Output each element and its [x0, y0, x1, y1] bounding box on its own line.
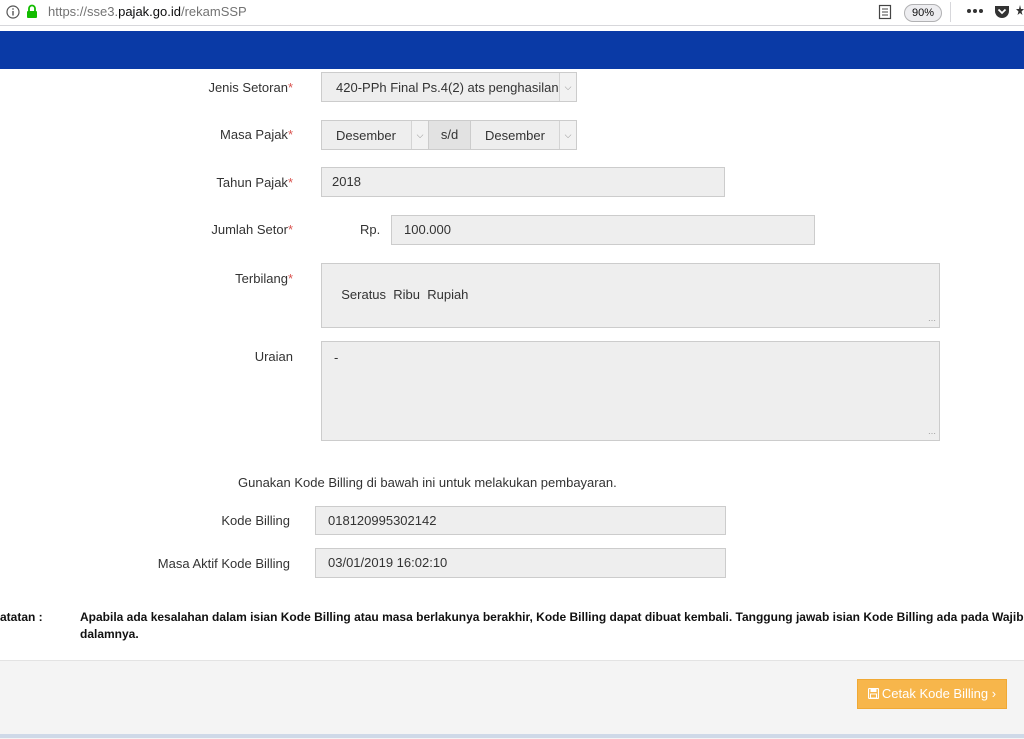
zoom-level-badge[interactable]: 90% [904, 4, 942, 22]
bottom-edge [0, 734, 1024, 738]
url-text[interactable]: https://sse3.pajak.go.id/rekamSSP [48, 4, 247, 19]
catatan-label: atatan : [0, 610, 43, 624]
cetak-kode-billing-button[interactable]: Cetak Kode Billing › [857, 679, 1007, 709]
masa-pajak-separator: s/d [429, 120, 470, 150]
site-header-bar [0, 31, 1024, 69]
uraian-textarea[interactable]: - ⋯ [321, 341, 940, 441]
info-icon[interactable] [6, 5, 20, 19]
resize-grip-icon[interactable]: ⋯ [928, 317, 936, 325]
masa-aktif-field[interactable]: 03/01/2019 16:02:10 [315, 548, 726, 578]
pocket-icon[interactable] [994, 4, 1010, 19]
jumlah-setor-field[interactable]: 100.000 [391, 215, 815, 245]
terbilang-label: Terbilang* [235, 271, 293, 286]
masa-pajak-to-select[interactable]: Desember ⌵ [470, 120, 577, 150]
reader-view-icon[interactable] [878, 4, 892, 20]
catatan-text-line2: dalamnya. [80, 627, 139, 641]
catatan-text-line1: Apabila ada kesalahan dalam isian Kode B… [80, 610, 1024, 624]
masa-pajak-label: Masa Pajak* [220, 127, 293, 142]
jumlah-setor-label: Jumlah Setor* [211, 222, 293, 237]
chevron-down-icon: ⌵ [559, 73, 576, 101]
browser-url-bar[interactable]: https://sse3.pajak.go.id/rekamSSP 90% [0, 0, 1024, 26]
chevron-right-icon: › [991, 686, 997, 701]
billing-instruction: Gunakan Kode Billing di bawah ini untuk … [238, 475, 617, 490]
lock-icon[interactable] [26, 4, 38, 19]
floppy-icon [867, 687, 879, 700]
more-actions-icon[interactable] [966, 8, 984, 14]
jenis-setoran-select[interactable]: 420-PPh Final Ps.4(2) ats penghasilan ⌵ [321, 72, 577, 102]
terbilang-textarea[interactable]: Seratus Ribu Rupiah ⋯ [321, 263, 940, 328]
kode-billing-field[interactable]: 018120995302142 [315, 506, 726, 535]
jenis-setoran-label: Jenis Setoran* [208, 80, 293, 95]
kode-billing-label: Kode Billing [221, 513, 290, 528]
tahun-pajak-field[interactable]: 2018 [321, 167, 725, 197]
chevron-down-icon: ⌵ [411, 121, 428, 149]
toolbar-divider [950, 2, 951, 22]
masa-pajak-from-select[interactable]: Desember ⌵ [321, 120, 429, 150]
terbilang-text: Seratus Ribu Rupiah [341, 287, 469, 302]
uraian-text: - [334, 350, 339, 365]
tahun-pajak-label: Tahun Pajak* [216, 175, 293, 190]
chevron-down-icon: ⌵ [559, 121, 576, 149]
masa-aktif-label: Masa Aktif Kode Billing [157, 556, 290, 571]
bookmark-star-icon[interactable] [1016, 4, 1024, 19]
uraian-label: Uraian [254, 349, 293, 364]
resize-grip-icon[interactable]: ⋯ [928, 430, 936, 438]
currency-label: Rp. [360, 222, 381, 237]
